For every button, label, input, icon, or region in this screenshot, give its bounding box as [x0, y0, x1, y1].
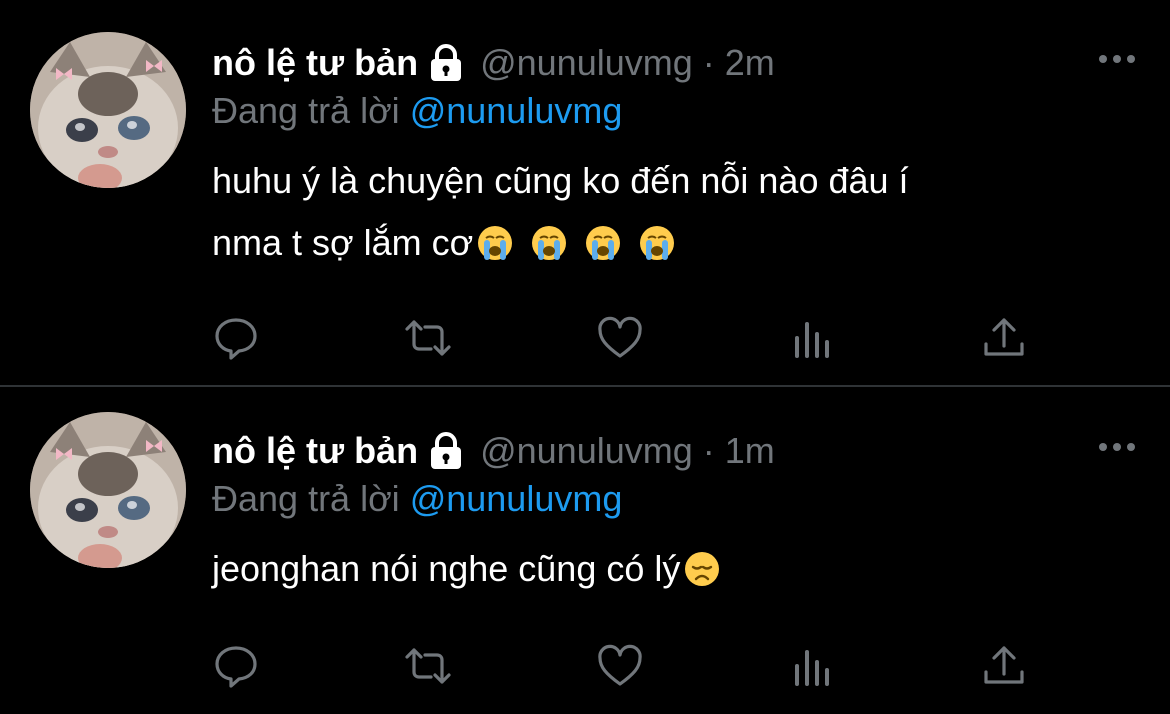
like-icon[interactable] — [596, 314, 644, 362]
loudly-crying-face-emoji — [639, 218, 675, 260]
tweet-text: jeonghan nói nghe cũng có lý — [212, 538, 720, 600]
retweet-icon[interactable] — [404, 642, 452, 690]
analytics-icon[interactable] — [788, 642, 836, 690]
tweet-text: huhu ý là chuyện cũng ko đến nỗi nào đâu… — [212, 150, 909, 274]
mention-link[interactable]: @nunuluvmg — [410, 90, 623, 131]
tweet-actions — [212, 314, 1042, 362]
tweet-text-line-with-emoji: nma t sợ lắm cơ — [212, 212, 909, 274]
analytics-icon[interactable] — [788, 314, 836, 362]
lock-icon — [428, 44, 464, 82]
avatar[interactable] — [30, 412, 186, 568]
tweet[interactable]: nô lệ tư bản @nunuluvmg · 1m Đang trả lờ… — [0, 388, 1170, 714]
tweet-header: nô lệ tư bản @nunuluvmg · 1m — [212, 428, 775, 474]
lock-icon — [428, 432, 464, 470]
tweet[interactable]: nô lệ tư bản @nunuluvmg · 2m Đang trả lờ… — [0, 0, 1170, 386]
reply-icon[interactable] — [212, 642, 260, 690]
replying-label: Đang trả lời — [212, 478, 410, 519]
user-handle[interactable]: @nunuluvmg — [480, 430, 693, 472]
reply-icon[interactable] — [212, 314, 260, 362]
separator-dot: · — [702, 42, 715, 83]
share-icon[interactable] — [980, 314, 1028, 362]
replying-label: Đang trả lời — [212, 90, 410, 131]
user-handle[interactable]: @nunuluvmg — [480, 42, 693, 84]
more-icon[interactable] — [1094, 436, 1140, 458]
more-icon[interactable] — [1094, 48, 1140, 70]
loudly-crying-face-emoji — [477, 218, 513, 260]
tweet-text-line-with-emoji: jeonghan nói nghe cũng có lý — [212, 538, 720, 600]
disappointed-face-emoji — [684, 544, 720, 586]
mention-link[interactable]: @nunuluvmg — [410, 478, 623, 519]
replying-to: Đang trả lời @nunuluvmg — [212, 90, 622, 132]
separator-dot: · — [702, 430, 715, 471]
tweet-text-line: jeonghan nói nghe cũng có lý — [212, 548, 681, 589]
tweet-text-line: huhu ý là chuyện cũng ko đến nỗi nào đâu… — [212, 160, 909, 201]
display-name[interactable]: nô lệ tư bản — [212, 430, 418, 472]
tweet-text-line: nma t sợ lắm cơ — [212, 222, 474, 263]
tweet-divider — [0, 385, 1170, 387]
loudly-crying-face-emoji — [585, 218, 621, 260]
timestamp[interactable]: 1m — [725, 430, 775, 472]
timestamp[interactable]: 2m — [725, 42, 775, 84]
avatar[interactable] — [30, 32, 186, 188]
share-icon[interactable] — [980, 642, 1028, 690]
tweet-header: nô lệ tư bản @nunuluvmg · 2m — [212, 40, 775, 86]
like-icon[interactable] — [596, 642, 644, 690]
retweet-icon[interactable] — [404, 314, 452, 362]
replying-to: Đang trả lời @nunuluvmg — [212, 478, 622, 520]
display-name[interactable]: nô lệ tư bản — [212, 42, 418, 84]
tweet-actions — [212, 642, 1042, 690]
loudly-crying-face-emoji — [531, 218, 567, 260]
